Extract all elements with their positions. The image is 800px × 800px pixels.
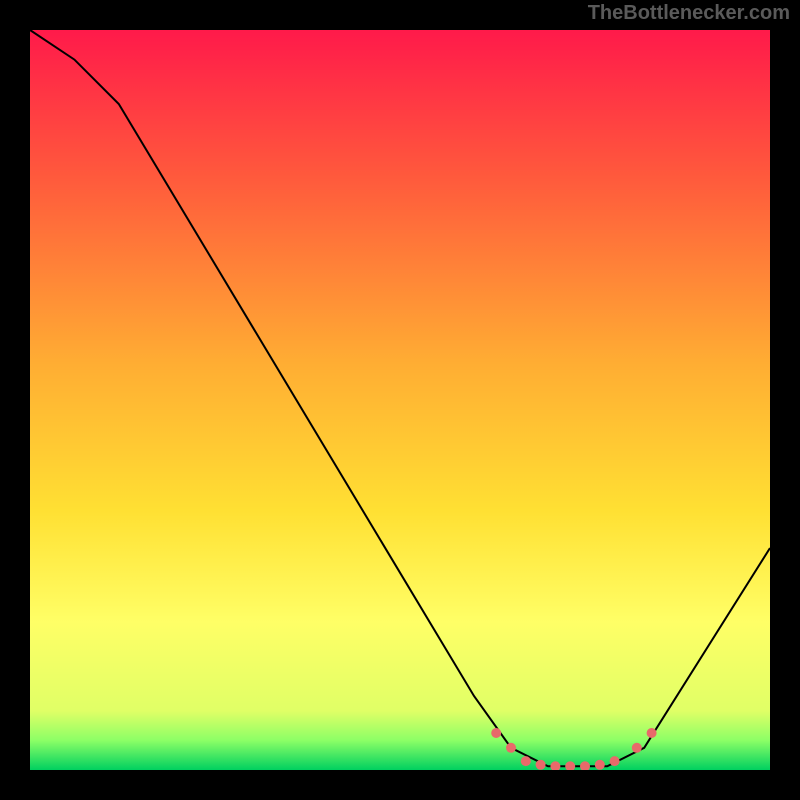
- marker-dot: [491, 728, 501, 738]
- marker-dot: [536, 760, 546, 770]
- marker-dot: [610, 756, 620, 766]
- plot-area: [30, 30, 770, 770]
- chart-svg: [30, 30, 770, 770]
- marker-dot: [595, 760, 605, 770]
- marker-dot: [647, 728, 657, 738]
- marker-dot: [521, 756, 531, 766]
- watermark-text: TheBottlenecker.com: [588, 2, 790, 25]
- marker-dot: [506, 743, 516, 753]
- marker-dot: [632, 743, 642, 753]
